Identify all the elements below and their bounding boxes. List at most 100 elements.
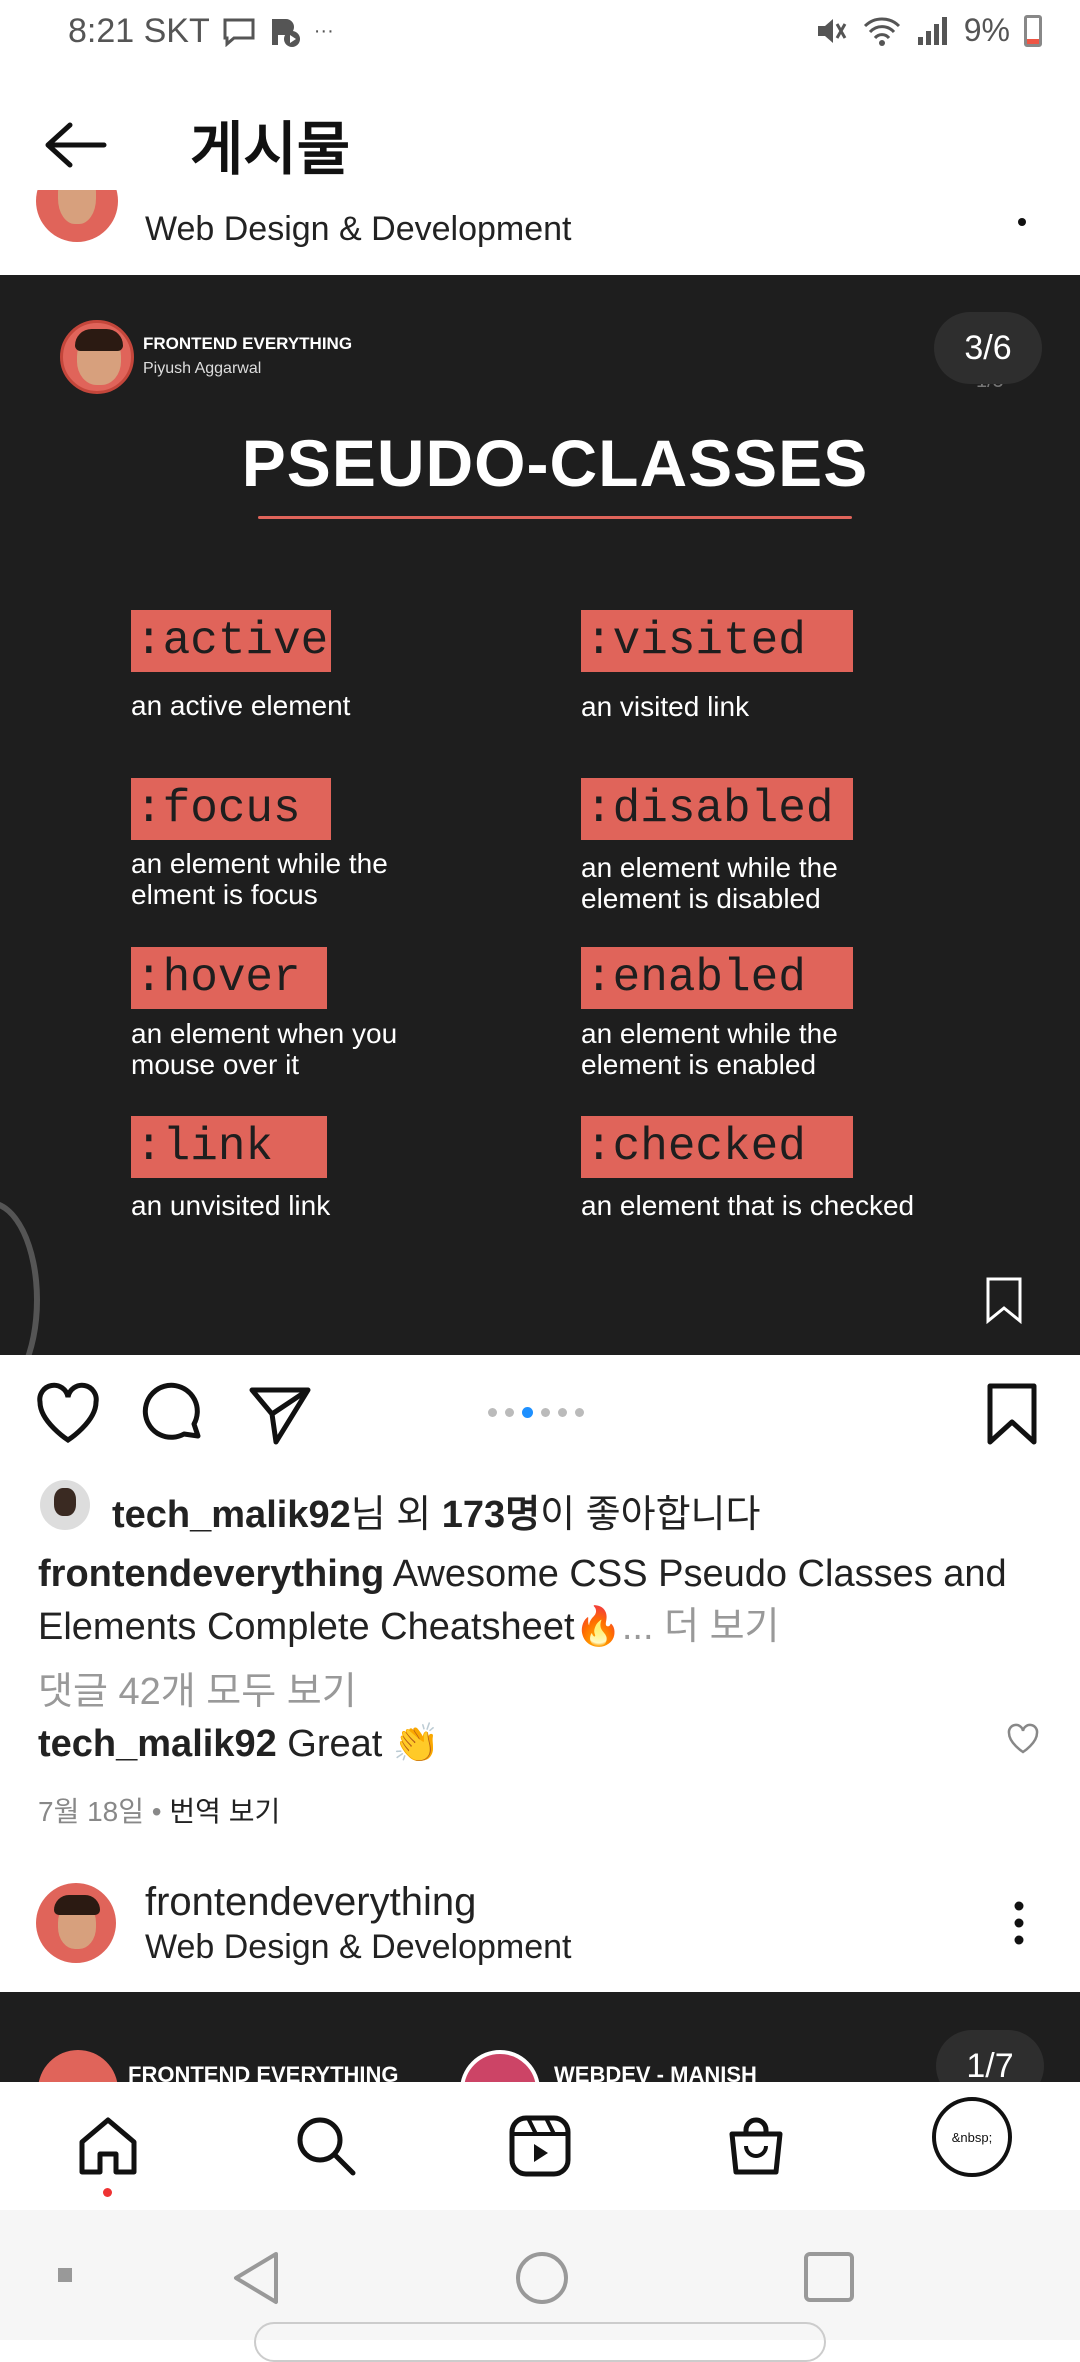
carousel-dot — [575, 1408, 584, 1417]
system-indicator-icon — [58, 2268, 72, 2282]
back-button[interactable] — [40, 110, 110, 180]
carousel-dot — [522, 1407, 533, 1418]
pseudo-class-desc: an element while the element is enabled — [581, 1018, 838, 1080]
nav-search[interactable] — [292, 2112, 360, 2180]
likes-suffix: 이 좋아합니다 — [540, 1494, 761, 1536]
clap-emoji: 👏 — [392, 1723, 441, 1765]
meta-separator: • — [144, 1796, 170, 1827]
likes-summary[interactable]: tech_malik92님 외 173명이 좋아합니다 — [112, 1483, 760, 1538]
bookmark-icon — [987, 1383, 1037, 1445]
search-icon — [297, 2117, 356, 2176]
pseudo-class-desc: an visited link — [581, 691, 750, 722]
system-recents-button[interactable] — [802, 2250, 856, 2309]
status-bar: 8:21 SKT ··· 9% — [0, 0, 1080, 70]
share-button[interactable] — [246, 1380, 314, 1448]
reels-icon — [509, 2115, 571, 2177]
mute-icon — [817, 18, 847, 43]
heart-icon — [37, 1382, 99, 1443]
pseudo-class-desc: an unvisited link — [131, 1190, 331, 1221]
bookmark-overlay-icon — [984, 1276, 1024, 1325]
carousel-dot — [541, 1408, 550, 1417]
author-username[interactable]: frontendeverything — [145, 1880, 476, 1925]
decorative-circle — [0, 1200, 40, 1355]
pseudo-class-tag: :checked — [581, 1116, 853, 1178]
nav-reels[interactable] — [506, 2112, 574, 2180]
nav-home[interactable] — [74, 2112, 142, 2180]
heading-underline — [258, 516, 852, 519]
pseudo-class-desc: an element while the elment is focus — [131, 848, 388, 910]
pseudo-class-desc: an element that is checked — [581, 1190, 915, 1221]
more-options-icon-top[interactable] — [1018, 218, 1026, 226]
recents-square-icon — [804, 2252, 854, 2302]
brand-sub: Piyush Aggarwal — [143, 360, 262, 377]
gesture-pill — [254, 2322, 826, 2362]
carousel-indicator — [488, 1407, 584, 1418]
author-subtitle: Web Design & Development — [145, 1928, 572, 1966]
back-arrow-icon — [45, 122, 107, 168]
wifi-icon — [863, 16, 900, 46]
pseudo-class-desc: an element while the element is disabled — [581, 852, 838, 914]
carousel-dot — [558, 1408, 567, 1417]
pseudo-class-tag: :active — [131, 610, 331, 672]
caption-username[interactable]: frontendeverything — [38, 1553, 384, 1595]
carousel-dot — [488, 1408, 497, 1417]
author-subtitle-top: Web Design & Development — [145, 210, 572, 248]
comment-like-button[interactable] — [1006, 1722, 1040, 1756]
media-icon — [271, 18, 300, 47]
nav-shop[interactable] — [722, 2112, 790, 2180]
more-link[interactable]: ... 더 보기 — [622, 1606, 780, 1648]
status-time: 8:21 SKT ··· — [68, 12, 334, 51]
send-icon — [249, 1387, 311, 1445]
comment: tech_malik92 Great 👏 — [38, 1722, 440, 1766]
nav-profile[interactable]: &nbsp; — [932, 2097, 1012, 2177]
back-triangle-icon — [234, 2252, 278, 2304]
status-right: 9% — [814, 12, 1042, 49]
system-back-button[interactable] — [230, 2250, 282, 2311]
fire-emoji: 🔥 — [574, 1606, 622, 1648]
status-time-text: 8:21 SKT — [68, 12, 210, 50]
comment-username[interactable]: tech_malik92 — [38, 1723, 277, 1765]
liker-avatar[interactable] — [40, 1480, 90, 1530]
likes-middle: 님 외 — [350, 1494, 442, 1536]
pseudo-class-tag: :visited — [581, 610, 853, 672]
pseudo-class-desc: an element when you mouse over it — [131, 1018, 398, 1080]
home-icon — [79, 2117, 137, 2175]
page-title: 게시물 — [190, 117, 351, 182]
battery-percent: 9% — [963, 12, 1010, 48]
brand-avatar — [60, 320, 134, 394]
pseudo-class-tag: :hover — [131, 947, 327, 1009]
post-heading: PSEUDO-CLASSES — [241, 426, 869, 500]
signal-icon — [917, 16, 947, 45]
like-button[interactable] — [34, 1380, 102, 1448]
pseudo-class-tag: :link — [131, 1116, 327, 1178]
system-home-button[interactable] — [514, 2250, 570, 2311]
author-avatar[interactable] — [36, 1883, 116, 1963]
post-caption: frontendeverything Awesome CSS Pseudo Cl… — [38, 1548, 1048, 1654]
translate-link[interactable]: 번역 보기 — [169, 1796, 280, 1827]
liker-username[interactable]: tech_malik92 — [112, 1494, 351, 1536]
chat-icon — [223, 18, 255, 47]
shop-icon — [729, 2117, 783, 2175]
comment-icon — [142, 1382, 201, 1440]
comment-text: Great — [276, 1723, 393, 1765]
save-button[interactable] — [982, 1380, 1050, 1448]
pseudo-class-tag: :focus — [131, 778, 331, 840]
likes-count[interactable]: 173명 — [442, 1494, 540, 1536]
status-extra: ··· — [313, 20, 334, 42]
more-options-icon[interactable] — [1012, 1900, 1026, 1946]
post-date: 7월 18일 — [38, 1796, 145, 1827]
home-active-dot — [103, 2188, 112, 2197]
carousel-dot — [505, 1408, 514, 1417]
home-circle-icon — [516, 2252, 568, 2304]
pseudo-class-tag: :enabled — [581, 947, 853, 1009]
view-all-comments-link[interactable]: 댓글 42개 모두 보기 — [38, 1660, 357, 1715]
post-meta: 7월 18일 • 번역 보기 — [38, 1790, 280, 1830]
battery-icon — [1024, 14, 1042, 47]
heart-icon — [1007, 1723, 1039, 1754]
comment-button[interactable] — [140, 1380, 208, 1448]
pseudo-class-desc: an active element — [131, 690, 351, 721]
carousel-counter: 3/6 — [934, 312, 1042, 384]
author-avatar-top[interactable] — [36, 190, 118, 246]
pseudo-class-tag: :disabled — [581, 778, 853, 840]
brand-name: FRONTEND EVERYTHING — [143, 334, 353, 353]
